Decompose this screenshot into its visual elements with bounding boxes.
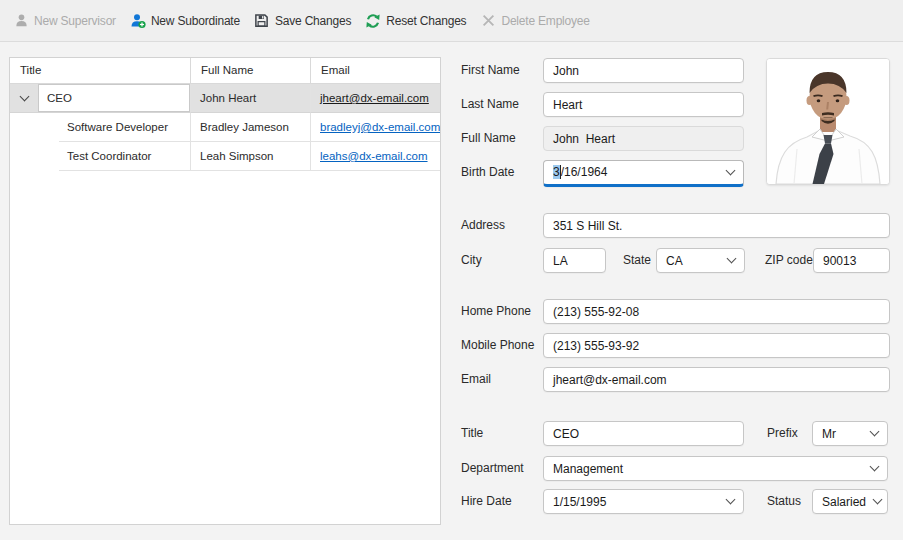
- chevron-down-icon[interactable]: [873, 495, 883, 505]
- save-changes-button[interactable]: Save Changes: [254, 13, 351, 29]
- hire-date-dropdown[interactable]: 1/15/1995: [543, 489, 744, 514]
- person-icon: [13, 13, 29, 29]
- full-name-field: John Heart: [543, 126, 744, 151]
- state-label: State: [623, 248, 651, 273]
- email-label: Email: [461, 367, 491, 392]
- email-link[interactable]: bradleyj@dx-email.com: [320, 121, 440, 133]
- email-link[interactable]: leahs@dx-email.com: [320, 150, 428, 162]
- title-cell[interactable]: Test Coordinator: [10, 142, 191, 171]
- column-header-email[interactable]: Email: [311, 58, 440, 84]
- person-add-icon: [130, 13, 146, 29]
- home-phone-label: Home Phone: [461, 299, 531, 324]
- employee-tree: Title Full Name Email CEO John Heart jhe…: [9, 57, 441, 525]
- full-name-cell[interactable]: Leah Simpson: [191, 142, 311, 171]
- email-cell[interactable]: bradleyj@dx-email.com: [311, 113, 440, 142]
- status-dropdown[interactable]: Salaried: [812, 489, 888, 514]
- employee-photo: [766, 58, 890, 185]
- status-label: Status: [767, 489, 801, 514]
- address-field[interactable]: 351 S Hill St.: [543, 213, 890, 238]
- mobile-phone-field[interactable]: (213) 555-93-92: [543, 333, 890, 358]
- full-name-label: Full Name: [461, 126, 516, 151]
- save-icon: [254, 13, 270, 29]
- birth-date-field[interactable]: 3/16/1964: [543, 160, 744, 187]
- title-cell[interactable]: Software Developer: [10, 113, 191, 142]
- address-label: Address: [461, 213, 505, 238]
- prefix-dropdown[interactable]: Mr: [812, 421, 888, 446]
- full-name-cell[interactable]: Bradley Jameson: [191, 113, 311, 142]
- toolbar: New Supervisor New Subordinate Save Chan…: [0, 0, 903, 42]
- city-field[interactable]: LA: [543, 248, 606, 273]
- chevron-down-icon[interactable]: [726, 495, 736, 505]
- chevron-down-icon[interactable]: [10, 84, 38, 112]
- email-cell[interactable]: leahs@dx-email.com: [311, 142, 440, 171]
- first-name-field[interactable]: John: [543, 58, 744, 83]
- tree-row-test-coordinator[interactable]: Test Coordinator Leah Simpson leahs@dx-e…: [10, 142, 440, 171]
- email-cell[interactable]: jheart@dx-email.com: [311, 84, 440, 113]
- home-phone-field[interactable]: (213) 555-92-08: [543, 299, 890, 324]
- state-dropdown[interactable]: CA: [656, 248, 745, 273]
- last-name-label: Last Name: [461, 92, 519, 117]
- birth-date-label: Birth Date: [461, 160, 514, 185]
- title-label: Title: [461, 421, 483, 446]
- tree-row-ceo[interactable]: CEO John Heart jheart@dx-email.com: [10, 84, 440, 113]
- column-header-full-name[interactable]: Full Name: [191, 58, 311, 84]
- mobile-phone-label: Mobile Phone: [461, 333, 534, 358]
- city-label: City: [461, 248, 482, 273]
- delete-x-icon: [480, 13, 496, 29]
- last-name-field[interactable]: Heart: [543, 92, 744, 117]
- title-field[interactable]: CEO: [543, 421, 744, 446]
- chevron-down-icon[interactable]: [870, 427, 880, 437]
- hire-date-label: Hire Date: [461, 489, 512, 514]
- email-link[interactable]: jheart@dx-email.com: [320, 92, 429, 104]
- full-name-cell[interactable]: John Heart: [191, 84, 311, 113]
- delete-employee-button[interactable]: Delete Employee: [480, 13, 589, 29]
- zip-code-field[interactable]: 90013: [813, 248, 890, 273]
- chevron-down-icon[interactable]: [870, 462, 880, 472]
- chevron-down-icon[interactable]: [726, 165, 736, 175]
- tree-header: Title Full Name Email: [10, 58, 440, 84]
- first-name-label: First Name: [461, 58, 520, 83]
- prefix-label: Prefix: [767, 421, 798, 446]
- email-field[interactable]: jheart@dx-email.com: [543, 367, 890, 392]
- new-subordinate-button[interactable]: New Subordinate: [130, 13, 240, 29]
- reset-changes-button[interactable]: Reset Changes: [365, 13, 466, 29]
- department-dropdown[interactable]: Management: [543, 456, 888, 481]
- department-label: Department: [461, 456, 524, 481]
- chevron-down-icon[interactable]: [727, 254, 737, 264]
- tree-row-software-developer[interactable]: Software Developer Bradley Jameson bradl…: [10, 113, 440, 142]
- new-supervisor-button[interactable]: New Supervisor: [13, 13, 116, 29]
- title-cell-editor[interactable]: CEO: [38, 84, 190, 112]
- zip-code-label: ZIP code: [765, 248, 813, 273]
- reset-icon: [365, 13, 381, 29]
- column-header-title[interactable]: Title: [10, 58, 191, 84]
